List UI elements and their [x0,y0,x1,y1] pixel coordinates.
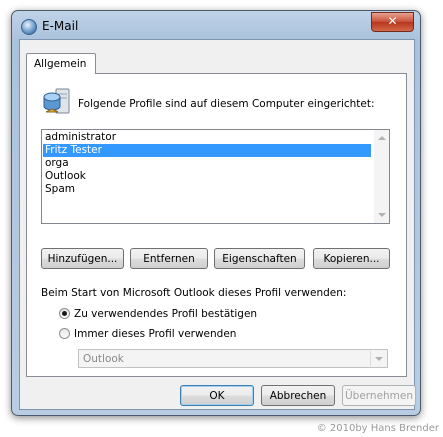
profiles-listbox[interactable]: administrator Fritz Tester orga Outlook … [41,129,390,224]
profiles-intro-label: Folgende Profile sind auf diesem Compute… [78,98,375,110]
title-bar[interactable]: E-Mail ✕ [12,11,420,39]
mail-profiles-icon [42,86,72,116]
profile-select-disabled: Outlook [78,349,388,368]
dialog-client-area: Allgemein Folgende Profile sind auf dies… [19,39,416,410]
window-title: E-Mail [42,19,79,33]
cancel-button[interactable]: Abbrechen [261,385,335,406]
profile-item-fritz-tester[interactable]: Fritz Tester [43,144,371,157]
startup-profile-label: Beim Start von Microsoft Outlook dieses … [41,287,347,299]
remove-profile-button[interactable]: Entfernen [130,248,208,269]
listbox-scrollbar[interactable] [374,130,389,223]
scroll-down-arrow-icon[interactable] [378,213,386,217]
apply-button: Übernehmen [342,385,416,406]
profile-select-value: Outlook [83,353,124,365]
profile-item-outlook[interactable]: Outlook [43,170,371,183]
profile-item-administrator[interactable]: administrator [43,131,371,144]
add-profile-button[interactable]: Hinzufügen... [41,248,124,269]
chevron-down-icon [370,351,386,366]
ok-button[interactable]: OK [180,385,254,406]
close-button[interactable]: ✕ [371,12,414,32]
tab-panel-allgemein: Folgende Profile sind auf diesem Compute… [26,73,407,377]
radio-always-label: Immer dieses Profil verwenden [74,328,237,340]
tab-allgemein[interactable]: Allgemein [26,53,96,74]
profile-item-spam[interactable]: Spam [43,183,371,196]
email-dialog-window: E-Mail ✕ Allgemein Folgende Profile sind… [11,10,421,416]
profile-properties-button[interactable]: Eigenschaften [214,248,305,269]
copy-profile-button[interactable]: Kopieren... [313,248,390,269]
tab-label: Allgemein [34,58,87,70]
radio-button-checked[interactable] [59,308,70,319]
radio-button-unchecked[interactable] [59,328,70,339]
scroll-up-arrow-icon[interactable] [378,136,386,140]
mail-globe-icon [21,19,37,35]
profile-item-orga[interactable]: orga [43,157,371,170]
radio-confirm-label: Zu verwendendes Profil bestätigen [74,308,258,320]
copyright-watermark: © 2010by Hans Brender [316,423,439,434]
